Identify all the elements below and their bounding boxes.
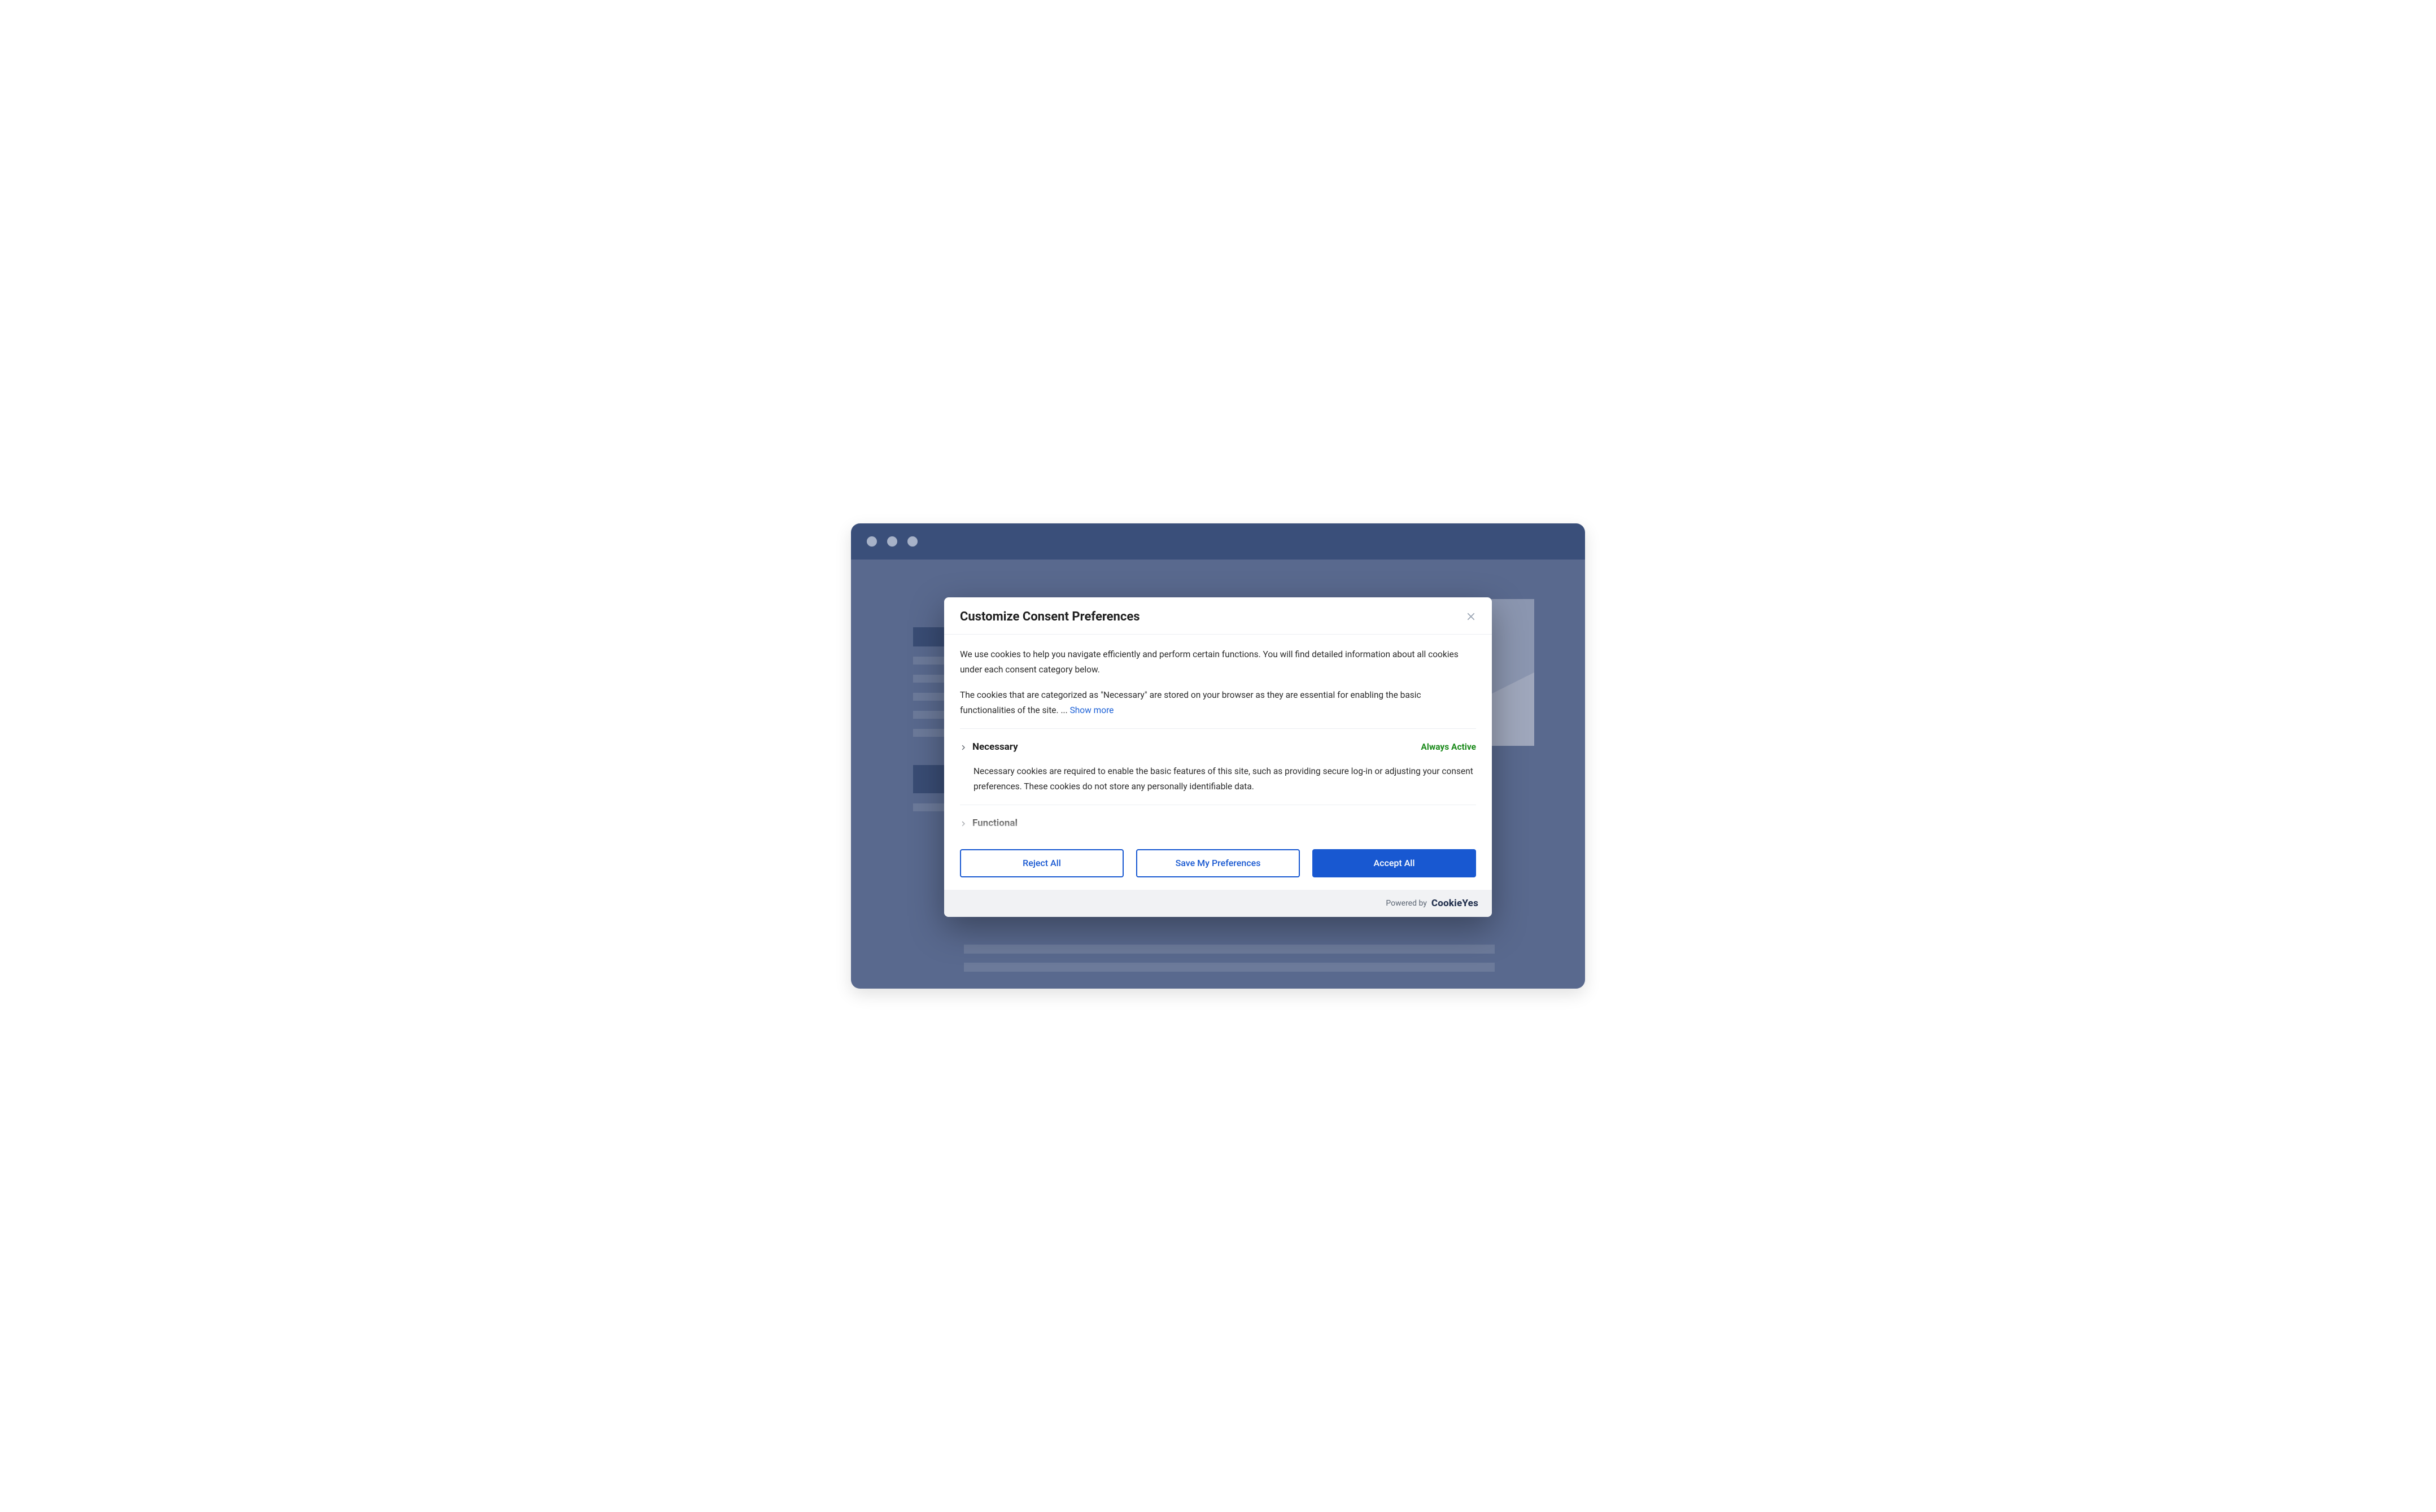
window-dot-icon bbox=[887, 536, 897, 547]
close-button[interactable] bbox=[1466, 611, 1476, 622]
category-necessary: Necessary Always Active Necessary cookie… bbox=[960, 728, 1476, 805]
brand-logo[interactable]: CookieYes bbox=[1431, 898, 1478, 909]
window-dot-icon bbox=[907, 536, 918, 547]
page-background: Customize Consent Preferences We use coo… bbox=[851, 560, 1585, 989]
modal-header: Customize Consent Preferences bbox=[944, 597, 1492, 635]
category-title: Functional bbox=[972, 815, 1018, 832]
brand-part2: Yes bbox=[1462, 898, 1478, 909]
consent-modal: Customize Consent Preferences We use coo… bbox=[944, 597, 1492, 917]
chevron-right-icon bbox=[960, 744, 967, 751]
intro-paragraph-2: The cookies that are categorized as "Nec… bbox=[960, 688, 1476, 718]
intro-paragraph-1: We use cookies to help you navigate effi… bbox=[960, 647, 1476, 678]
powered-by-label: Powered by bbox=[1386, 899, 1427, 908]
category-header[interactable]: Functional bbox=[960, 815, 1476, 832]
chevron-right-icon bbox=[960, 820, 967, 827]
modal-title: Customize Consent Preferences bbox=[960, 610, 1140, 624]
modal-body: We use cookies to help you navigate effi… bbox=[944, 635, 1492, 838]
category-title: Necessary bbox=[972, 739, 1018, 756]
reject-all-button[interactable]: Reject All bbox=[960, 849, 1124, 877]
modal-footer: Powered by CookieYes bbox=[944, 890, 1492, 917]
close-icon bbox=[1466, 611, 1476, 622]
show-more-link[interactable]: Show more bbox=[1070, 705, 1114, 715]
category-description: Necessary cookies are required to enable… bbox=[960, 764, 1476, 794]
browser-window: Customize Consent Preferences We use coo… bbox=[851, 523, 1585, 989]
brand-part1: Cookie bbox=[1431, 898, 1463, 909]
save-preferences-button[interactable]: Save My Preferences bbox=[1136, 849, 1300, 877]
accept-all-button[interactable]: Accept All bbox=[1312, 849, 1476, 877]
window-dot-icon bbox=[867, 536, 877, 547]
window-titlebar bbox=[851, 523, 1585, 560]
category-functional: Functional Functional cookies help perfo… bbox=[960, 805, 1476, 838]
intro-paragraph-2-text: The cookies that are categorized as "Nec… bbox=[960, 690, 1421, 715]
modal-actions: Reject All Save My Preferences Accept Al… bbox=[944, 838, 1492, 890]
category-header[interactable]: Necessary Always Active bbox=[960, 739, 1476, 756]
category-status: Always Active bbox=[1421, 740, 1476, 755]
